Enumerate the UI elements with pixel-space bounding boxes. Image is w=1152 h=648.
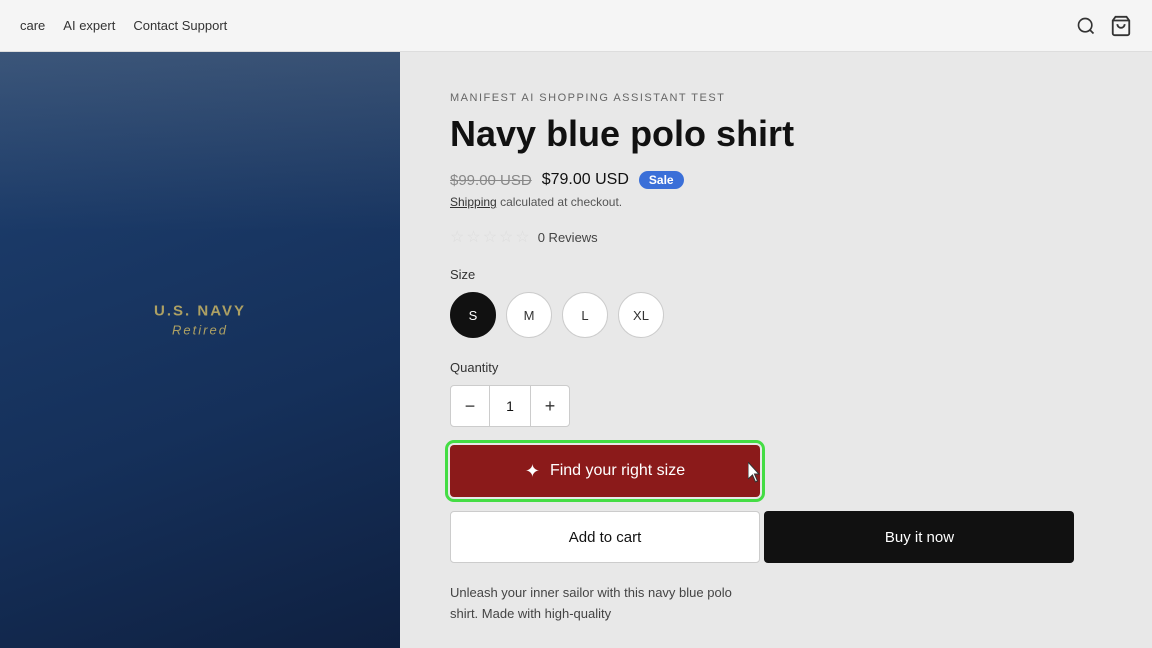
quantity-increase-button[interactable]: +: [531, 386, 569, 426]
sparkle-icon: ✦: [525, 461, 540, 482]
cart-icon: [1110, 15, 1132, 37]
shipping-note: Shipping calculated at checkout.: [450, 195, 1102, 209]
quantity-value: 1: [489, 386, 531, 426]
reviews-row: ☆ ☆ ☆ ☆ ☆ 0 Reviews: [450, 227, 1102, 247]
shipping-calculated-text: calculated at checkout.: [500, 195, 622, 209]
star-4: ☆: [499, 227, 513, 247]
shipping-link[interactable]: Shipping: [450, 195, 497, 209]
star-2: ☆: [466, 227, 480, 247]
size-options: S M L XL: [450, 292, 1102, 338]
nav-item-contact-support[interactable]: Contact Support: [133, 18, 227, 33]
product-details: MANIFEST AI SHOPPING ASSISTANT TEST Navy…: [400, 52, 1152, 648]
quantity-label: Quantity: [450, 360, 1102, 375]
product-image: U.S. NAVY Retired: [0, 52, 400, 648]
nav-item-ai-expert[interactable]: AI expert: [63, 18, 115, 33]
quantity-control: − 1 +: [450, 385, 570, 427]
size-btn-s[interactable]: S: [450, 292, 496, 338]
sale-badge: Sale: [639, 171, 684, 189]
product-image-area: U.S. NAVY Retired: [0, 52, 400, 648]
product-description: Unleash your inner sailor with this navy…: [450, 583, 760, 625]
brand-label: MANIFEST AI SHOPPING ASSISTANT TEST: [450, 92, 1102, 104]
find-size-label: Find your right size: [550, 462, 685, 480]
nav-icons: [1076, 15, 1132, 37]
find-size-button[interactable]: ✦ Find your right size: [450, 445, 760, 497]
navbar: care AI expert Contact Support: [0, 0, 1152, 52]
size-btn-xl[interactable]: XL: [618, 292, 664, 338]
collar-overlay: [0, 52, 400, 232]
search-button[interactable]: [1076, 16, 1096, 36]
size-label: Size: [450, 267, 1102, 282]
size-btn-m[interactable]: M: [506, 292, 552, 338]
star-3: ☆: [483, 227, 497, 247]
pricing-row: $99.00 USD $79.00 USD Sale: [450, 171, 1102, 189]
star-5: ☆: [515, 227, 529, 247]
shirt-emblem-text: U.S. NAVY Retired: [154, 301, 246, 340]
sale-price: $79.00 USD: [542, 171, 629, 189]
main-content: U.S. NAVY Retired MANIFEST AI SHOPPING A…: [0, 52, 1152, 648]
nav-left: care AI expert Contact Support: [20, 18, 227, 33]
cart-button[interactable]: [1110, 15, 1132, 37]
reviews-count: 0 Reviews: [538, 230, 598, 245]
product-title: Navy blue polo shirt: [450, 112, 1102, 155]
buy-now-button[interactable]: Buy it now: [764, 511, 1074, 563]
add-to-cart-button[interactable]: Add to cart: [450, 511, 760, 563]
quantity-decrease-button[interactable]: −: [451, 386, 489, 426]
original-price: $99.00 USD: [450, 172, 532, 189]
search-icon: [1076, 16, 1096, 36]
star-1: ☆: [450, 227, 464, 247]
size-btn-l[interactable]: L: [562, 292, 608, 338]
nav-item-care[interactable]: care: [20, 18, 45, 33]
star-rating: ☆ ☆ ☆ ☆ ☆: [450, 227, 530, 247]
